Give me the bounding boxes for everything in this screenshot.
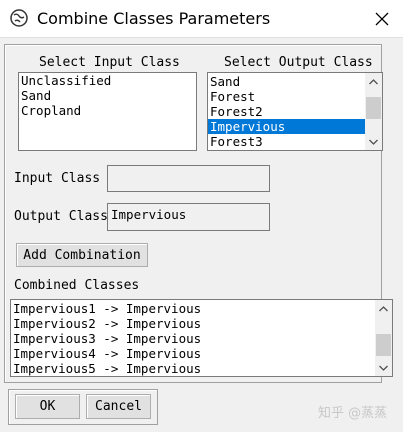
list-item[interactable]: Impervious1 -> Impervious <box>11 301 375 316</box>
combined-classes-listbox[interactable]: Impervious1 -> Impervious Impervious2 ->… <box>10 299 393 377</box>
list-item[interactable]: Impervious3 -> Impervious <box>11 331 375 346</box>
list-item[interactable]: Forest <box>208 89 365 104</box>
output-class-scrollbar[interactable] <box>365 73 382 150</box>
list-item[interactable]: Impervious2 -> Impervious <box>11 316 375 331</box>
list-item-selected[interactable]: Impervious <box>208 119 365 134</box>
close-button[interactable] <box>360 0 403 37</box>
cancel-button[interactable]: Cancel <box>86 394 151 419</box>
combined-classes-label: Combined Classes <box>14 278 140 293</box>
scroll-up-arrow-icon[interactable] <box>365 73 382 90</box>
list-item[interactable]: Cropland <box>19 103 196 118</box>
input-class-label: Input Class <box>14 171 101 186</box>
select-output-class-label: Select Output Class <box>224 55 373 70</box>
app-globe-icon <box>10 9 28 27</box>
input-class-field[interactable] <box>107 165 270 192</box>
scroll-thumb[interactable] <box>366 97 381 119</box>
list-item[interactable]: Impervious5 -> Impervious <box>11 361 375 376</box>
input-class-listbox[interactable]: Unclassified Sand Cropland <box>18 72 197 151</box>
add-combination-button[interactable]: Add Combination <box>16 243 148 267</box>
list-item[interactable]: Unclassified <box>19 73 196 88</box>
list-item[interactable]: Forest2 <box>208 104 365 119</box>
ok-button[interactable]: OK <box>15 394 80 419</box>
title-bar[interactable]: Combine Classes Parameters <box>0 0 403 37</box>
list-item[interactable]: Sand <box>19 88 196 103</box>
select-input-class-label: Select Input Class <box>39 55 180 70</box>
watermark-text: 知乎 @蒸蒸 <box>318 406 388 421</box>
output-class-field[interactable]: Impervious <box>107 203 270 231</box>
list-item[interactable]: Forest3 <box>208 134 365 149</box>
window-title: Combine Classes Parameters <box>37 9 271 28</box>
scroll-down-arrow-icon[interactable] <box>365 133 382 150</box>
output-class-label: Output Class <box>14 209 108 224</box>
list-item[interactable]: Impervious4 -> Impervious <box>11 346 375 361</box>
scroll-up-arrow-icon[interactable] <box>375 300 392 317</box>
scroll-down-arrow-icon[interactable] <box>375 359 392 376</box>
close-icon <box>375 12 388 25</box>
output-class-listbox[interactable]: Sand Forest Forest2 Impervious Forest3 <box>207 72 383 151</box>
scroll-thumb[interactable] <box>376 334 391 356</box>
combined-classes-scrollbar[interactable] <box>375 300 392 376</box>
list-item[interactable]: Sand <box>208 74 365 89</box>
